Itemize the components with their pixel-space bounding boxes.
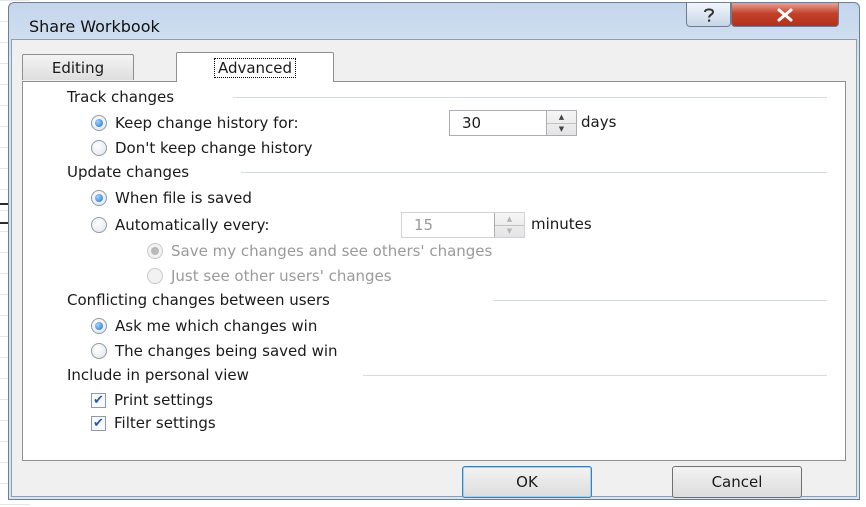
divider xyxy=(363,375,827,376)
when-file-saved-radio[interactable]: When file is saved xyxy=(91,187,252,209)
days-value[interactable]: 30 xyxy=(450,114,546,132)
minutes-value[interactable]: 15 xyxy=(402,216,494,234)
keep-history-label: Keep change history for: xyxy=(115,114,299,132)
radio-indicator xyxy=(91,343,107,359)
saved-win-radio[interactable]: The changes being saved win xyxy=(91,340,338,362)
question-mark-icon xyxy=(703,7,714,22)
dont-keep-history-label: Don't keep change history xyxy=(115,139,313,157)
tab-editing-label: Editing xyxy=(51,58,105,77)
spin-up-icon[interactable]: ▲ xyxy=(495,213,524,225)
radio-indicator xyxy=(147,243,163,259)
personal-view-heading: Include in personal view xyxy=(67,366,249,384)
checkmark-icon: ✔ xyxy=(91,392,106,408)
spin-up-icon[interactable]: ▲ xyxy=(547,111,576,123)
just-see-radio[interactable]: Just see other users' changes xyxy=(147,265,392,287)
filter-settings-label: Filter settings xyxy=(114,414,216,432)
ask-me-label: Ask me which changes win xyxy=(115,317,318,335)
dont-keep-history-radio[interactable]: Don't keep change history xyxy=(91,137,312,159)
update-changes-heading: Update changes xyxy=(67,163,190,181)
ask-me-radio[interactable]: Ask me which changes win xyxy=(91,315,317,337)
close-x-icon xyxy=(777,8,793,21)
days-spinner[interactable]: 30 ▲ ▼ xyxy=(449,110,577,136)
when-file-saved-label: When file is saved xyxy=(115,189,252,207)
radio-indicator xyxy=(91,318,107,334)
minutes-unit-label: minutes xyxy=(531,215,592,233)
spin-down-icon[interactable]: ▼ xyxy=(495,224,524,238)
cancel-button[interactable]: Cancel xyxy=(672,466,802,498)
save-and-see-radio[interactable]: Save my changes and see others' changes xyxy=(147,240,492,262)
radio-indicator xyxy=(147,268,163,284)
save-and-see-label: Save my changes and see others' changes xyxy=(171,242,493,260)
radio-indicator xyxy=(91,190,107,206)
radio-indicator xyxy=(91,115,107,131)
keep-history-radio[interactable]: Keep change history for: xyxy=(91,112,299,134)
just-see-label: Just see other users' changes xyxy=(171,267,392,285)
days-spinner-buttons: ▲ ▼ xyxy=(546,111,576,135)
dialog-title: Share Workbook xyxy=(29,17,160,36)
print-settings-label: Print settings xyxy=(114,391,214,409)
track-changes-heading: Track changes xyxy=(67,88,175,106)
saved-win-label: The changes being saved win xyxy=(115,342,338,360)
tab-advanced[interactable]: Advanced xyxy=(176,52,334,82)
minutes-spinner-buttons: ▲ ▼ xyxy=(494,213,524,237)
automatically-every-radio[interactable]: Automatically every: xyxy=(91,214,269,236)
filter-settings-checkbox[interactable]: ✔ Filter settings xyxy=(91,412,216,434)
advanced-tab-panel: Track changes Keep change history for: 3… xyxy=(22,81,846,461)
share-workbook-dialog: Share Workbook Editing Advanced Track ch… xyxy=(8,2,860,500)
divider xyxy=(493,300,827,301)
automatically-every-label: Automatically every: xyxy=(115,216,270,234)
dialog-body: Editing Advanced Track changes Keep chan… xyxy=(11,39,857,498)
tab-editing[interactable]: Editing xyxy=(22,54,134,80)
radio-indicator xyxy=(91,217,107,233)
divider xyxy=(233,97,827,98)
print-settings-checkbox[interactable]: ✔ Print settings xyxy=(91,389,213,411)
tab-advanced-label: Advanced xyxy=(213,57,297,78)
divider xyxy=(241,172,827,173)
radio-indicator xyxy=(91,140,107,156)
checkmark-icon: ✔ xyxy=(91,415,106,431)
conflicting-changes-heading: Conflicting changes between users xyxy=(67,291,330,309)
ok-button[interactable]: OK xyxy=(462,466,592,498)
minutes-spinner[interactable]: 15 ▲ ▼ xyxy=(401,212,525,238)
close-button[interactable] xyxy=(731,3,839,27)
spin-down-icon[interactable]: ▼ xyxy=(547,122,576,136)
help-button[interactable] xyxy=(686,3,731,27)
days-unit-label: days xyxy=(581,113,617,131)
